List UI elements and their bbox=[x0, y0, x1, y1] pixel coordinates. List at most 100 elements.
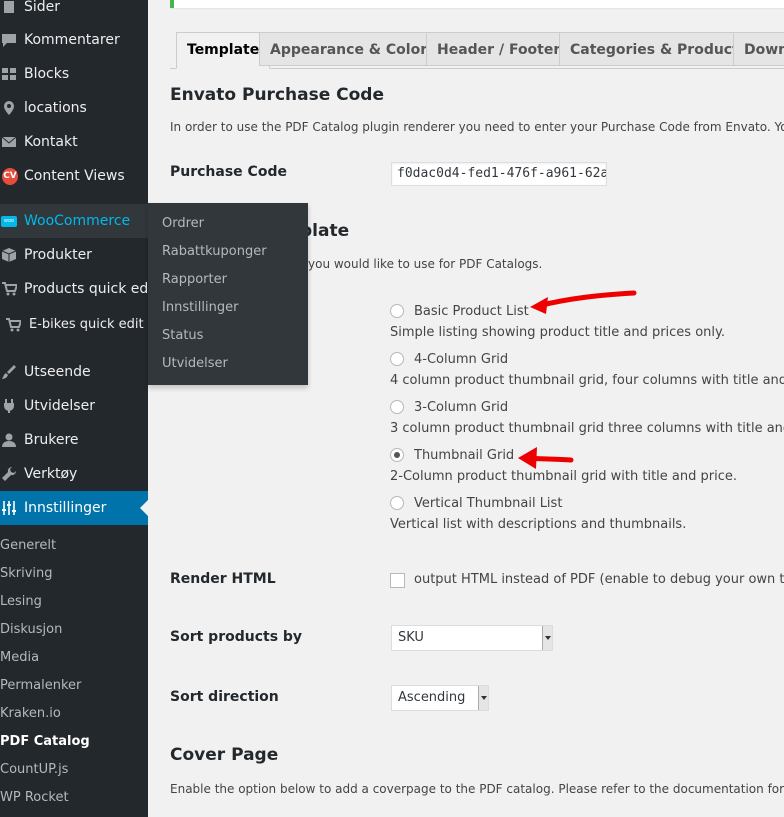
sort-direction-select[interactable]: Ascending bbox=[391, 685, 489, 711]
sidebar-item-ebikes-quick-edit[interactable]: E-bikes quick edit bbox=[0, 308, 148, 342]
option-description: 3 column product thumbnail grid three co… bbox=[390, 421, 784, 436]
blocks-icon bbox=[0, 57, 18, 91]
tab-download[interactable]: Down bbox=[733, 32, 784, 66]
purchase-code-input[interactable]: f0dac0d4-fed1-476f-a961-62a7c bbox=[391, 162, 607, 186]
user-icon bbox=[0, 423, 18, 457]
submenu-item-generelt[interactable]: Generelt bbox=[0, 532, 148, 560]
settings-icon bbox=[0, 491, 18, 525]
cv-logo-icon: CV bbox=[0, 159, 18, 193]
submenu-item-skriving[interactable]: Skriving bbox=[0, 560, 148, 588]
sidebar-item-kommentarer[interactable]: Kommentarer bbox=[0, 23, 148, 57]
render-html-checkbox[interactable] bbox=[390, 573, 405, 588]
sidebar-item-label: Content Views bbox=[24, 168, 125, 184]
cube-icon bbox=[0, 238, 18, 272]
sidebar-item-label: Sider bbox=[24, 0, 61, 15]
annotation-arrow bbox=[535, 290, 637, 309]
sidebar-item-label: Blocks bbox=[24, 66, 70, 82]
sidebar-item-label: Utvidelser bbox=[24, 398, 95, 414]
submenu-item-diskusjon[interactable]: Diskusjon bbox=[0, 616, 148, 644]
sidebar-item-label: Innstillinger bbox=[24, 500, 107, 516]
radio-label: 3-Column Grid bbox=[414, 400, 509, 415]
location-icon bbox=[0, 91, 18, 125]
option-description: 4 column product thumbnail grid, four co… bbox=[390, 373, 784, 388]
tab-template[interactable]: Template bbox=[176, 32, 271, 69]
submenu-item-lesing[interactable]: Lesing bbox=[0, 588, 148, 616]
submenu-item-media[interactable]: Media bbox=[0, 644, 148, 672]
brush-icon bbox=[0, 355, 18, 389]
radio-button[interactable] bbox=[390, 352, 404, 366]
tab-appearance-colors[interactable]: Appearance & Colors bbox=[259, 32, 447, 66]
sidebar-item-locations[interactable]: locations bbox=[0, 91, 148, 125]
submenu-item-pdf-catalog[interactable]: PDF Catalog bbox=[0, 728, 148, 756]
submenu-item-permalenker[interactable]: Permalenker bbox=[0, 672, 148, 700]
tab-categories-products[interactable]: Categories & Products bbox=[559, 32, 759, 66]
flyout-item-innstillinger[interactable]: Innstillinger bbox=[162, 294, 238, 322]
sidebar-item-content-views[interactable]: CV Content Views bbox=[0, 159, 148, 193]
sort-products-select[interactable]: SKU bbox=[391, 625, 553, 651]
cover-page-description: Enable the option below to add a coverpa… bbox=[170, 782, 784, 796]
sidebar-item-sider[interactable]: Sider bbox=[0, 0, 148, 24]
sidebar-item-utvidelser[interactable]: Utvidelser bbox=[0, 389, 148, 423]
radio-button[interactable] bbox=[390, 400, 404, 414]
sidebar-item-blocks[interactable]: Blocks bbox=[0, 57, 148, 91]
radio-label: Thumbnail Grid bbox=[414, 448, 515, 463]
option-description: 2-Column product thumbnail grid with tit… bbox=[390, 469, 737, 484]
sort-direction-label: Sort direction bbox=[170, 689, 279, 705]
option-description: Vertical list with descriptions and thum… bbox=[390, 517, 687, 532]
render-html-checkbox-label: output HTML instead of PDF (enable to de… bbox=[414, 572, 784, 587]
sidebar-item-verktoy[interactable]: Verktøy bbox=[0, 457, 148, 491]
option-description: Simple listing showing product title and… bbox=[390, 325, 725, 340]
purchase-code-heading: Envato Purchase Code bbox=[170, 85, 385, 105]
sidebar-item-label: E-bikes quick edit bbox=[29, 317, 144, 332]
current-menu-pointer bbox=[140, 500, 148, 516]
sidebar-item-produkter[interactable]: Produkter bbox=[0, 238, 148, 272]
sidebar-item-label: Produkter bbox=[24, 247, 92, 263]
settings-tabs: Template Appearance & Colors Header / Fo… bbox=[170, 32, 784, 69]
flyout-item-rapporter[interactable]: Rapporter bbox=[162, 266, 227, 294]
radio-button[interactable] bbox=[390, 496, 404, 510]
annotation-arrow-head bbox=[518, 447, 537, 469]
cover-page-heading: Cover Page bbox=[170, 745, 279, 765]
submenu-item-countup[interactable]: CountUP.js bbox=[0, 756, 148, 784]
radio-button-selected[interactable] bbox=[390, 448, 404, 462]
sidebar-item-label: Verktøy bbox=[24, 466, 78, 482]
sidebar-item-label: Kontakt bbox=[24, 134, 78, 150]
cart-icon bbox=[4, 308, 22, 342]
submenu-item-wp-rocket[interactable]: WP Rocket bbox=[0, 784, 148, 812]
notice-box bbox=[170, 0, 784, 8]
sidebar-item-label: WooCommerce bbox=[24, 213, 131, 229]
admin-sidebar: Sider Kommentarer Blocks locations Konta… bbox=[0, 0, 158, 817]
annotation-arrow-head bbox=[530, 297, 548, 314]
chevron-down-icon bbox=[478, 686, 488, 710]
wrench-icon bbox=[0, 457, 18, 491]
template-description: you would like to use for PDF Catalogs. bbox=[308, 257, 543, 271]
flyout-item-rabattkuponger[interactable]: Rabattkuponger bbox=[162, 238, 267, 266]
sidebar-item-woocommerce[interactable]: woo WooCommerce bbox=[0, 204, 156, 238]
sidebar-item-utseende[interactable]: Utseende bbox=[0, 355, 148, 389]
sidebar-item-label: Products quick edit bbox=[24, 281, 158, 297]
sidebar-item-kontakt[interactable]: Kontakt bbox=[0, 125, 148, 159]
flyout-item-status[interactable]: Status bbox=[162, 322, 203, 350]
sort-products-label: Sort products by bbox=[170, 629, 303, 645]
selected-value: Ascending bbox=[398, 690, 466, 705]
woocommerce-flyout-menu: Ordrer Rabattkuponger Rapporter Innstill… bbox=[148, 203, 308, 385]
radio-label: Basic Product List bbox=[414, 304, 529, 319]
purchase-code-description: In order to use the PDF Catalog plugin r… bbox=[170, 120, 784, 134]
radio-button[interactable] bbox=[390, 304, 404, 318]
mail-icon bbox=[0, 125, 18, 159]
cv-logo-text: CV bbox=[2, 167, 18, 185]
render-html-label: Render HTML bbox=[170, 571, 276, 587]
cart-icon bbox=[0, 272, 18, 306]
sidebar-item-label: Brukere bbox=[24, 432, 79, 448]
sidebar-item-products-quick-edit[interactable]: Products quick edit bbox=[0, 272, 158, 306]
radio-label: 4-Column Grid bbox=[414, 352, 509, 367]
woo-icon: woo bbox=[0, 204, 18, 238]
flyout-item-utvidelser[interactable]: Utvidelser bbox=[162, 350, 228, 378]
submenu-item-kraken[interactable]: Kraken.io bbox=[0, 700, 148, 728]
tab-header-footer[interactable]: Header / Footer bbox=[426, 32, 572, 66]
sidebar-item-innstillinger[interactable]: Innstillinger bbox=[0, 491, 148, 525]
flyout-item-ordrer[interactable]: Ordrer bbox=[162, 210, 204, 238]
sidebar-item-brukere[interactable]: Brukere bbox=[0, 423, 148, 457]
page-icon bbox=[0, 0, 18, 24]
sidebar-item-label: Kommentarer bbox=[24, 32, 120, 48]
